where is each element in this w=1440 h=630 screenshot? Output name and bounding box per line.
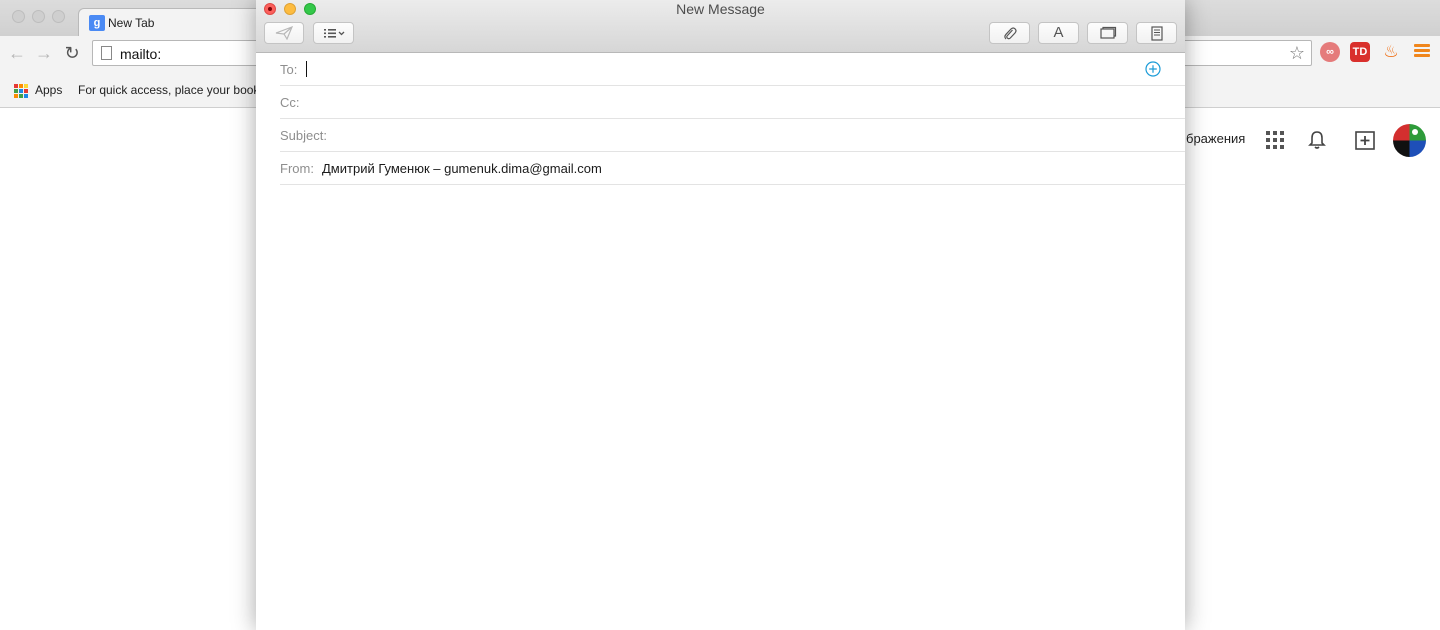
- compose-titlebar: New Message A: [256, 0, 1185, 53]
- from-field[interactable]: From: Дмитрий Гуменюк – gumenuk.dima@gma…: [280, 152, 1185, 185]
- subject-field[interactable]: Subject:: [280, 119, 1185, 152]
- tab-new-tab[interactable]: g New Tab: [78, 8, 278, 36]
- google-favicon-icon: g: [89, 15, 105, 31]
- reload-icon[interactable]: ↻: [61, 42, 83, 64]
- photo-browser-button[interactable]: [1087, 22, 1128, 44]
- browser-maximize-button[interactable]: [52, 10, 65, 23]
- add-contact-icon[interactable]: [1145, 61, 1161, 77]
- tab-title: New Tab: [108, 16, 155, 30]
- notification-bell-icon[interactable]: [1306, 129, 1328, 151]
- apps-grid-icon[interactable]: [14, 84, 28, 98]
- bookmarks-hint: For quick access, place your book: [78, 83, 260, 97]
- send-button[interactable]: [264, 22, 304, 44]
- extension-lastpass-icon[interactable]: ∞: [1320, 42, 1340, 62]
- paperclip-icon: [1003, 27, 1017, 40]
- avatar[interactable]: [1393, 124, 1426, 157]
- to-field[interactable]: To:: [280, 53, 1185, 86]
- format-button[interactable]: A: [1038, 22, 1079, 44]
- chrome-menu-icon[interactable]: [1414, 44, 1430, 58]
- paper-plane-icon: [275, 26, 293, 40]
- cc-label: Cc:: [280, 95, 300, 110]
- text-cursor: [306, 61, 307, 77]
- browser-minimize-button[interactable]: [32, 10, 45, 23]
- url-text: mailto:: [120, 46, 162, 62]
- message-body[interactable]: [256, 186, 1185, 630]
- google-images-link[interactable]: бражения: [1186, 131, 1245, 146]
- back-arrow-icon[interactable]: ←: [6, 42, 28, 64]
- subject-label: Subject:: [280, 128, 327, 143]
- bookmark-star-icon[interactable]: ☆: [1289, 43, 1305, 64]
- compose-window: New Message A To: Cc: Subject: From: Дми…: [256, 0, 1185, 630]
- list-icon: [323, 29, 344, 38]
- apps-bookmark[interactable]: Apps: [35, 83, 62, 97]
- header-fields-button[interactable]: [313, 22, 354, 44]
- photo-browser-icon: [1099, 26, 1116, 39]
- attach-button[interactable]: [989, 22, 1030, 44]
- extension-fire-icon[interactable]: ♨: [1381, 42, 1401, 62]
- google-apps-icon[interactable]: [1266, 131, 1284, 149]
- forward-arrow-icon[interactable]: →: [33, 42, 55, 64]
- stationery-button[interactable]: [1136, 22, 1177, 44]
- stationery-icon: [1150, 26, 1163, 41]
- cc-field[interactable]: Cc:: [280, 86, 1185, 119]
- share-plus-icon[interactable]: [1354, 129, 1376, 151]
- window-title: New Message: [676, 1, 765, 17]
- browser-close-button[interactable]: [12, 10, 25, 23]
- extension-td-icon[interactable]: TD: [1350, 42, 1370, 62]
- to-label: To:: [280, 62, 298, 77]
- from-account-select[interactable]: Дмитрий Гуменюк – gumenuk.dima@gmail.com: [322, 161, 602, 176]
- page-icon: [101, 46, 112, 60]
- from-label: From:: [280, 161, 314, 176]
